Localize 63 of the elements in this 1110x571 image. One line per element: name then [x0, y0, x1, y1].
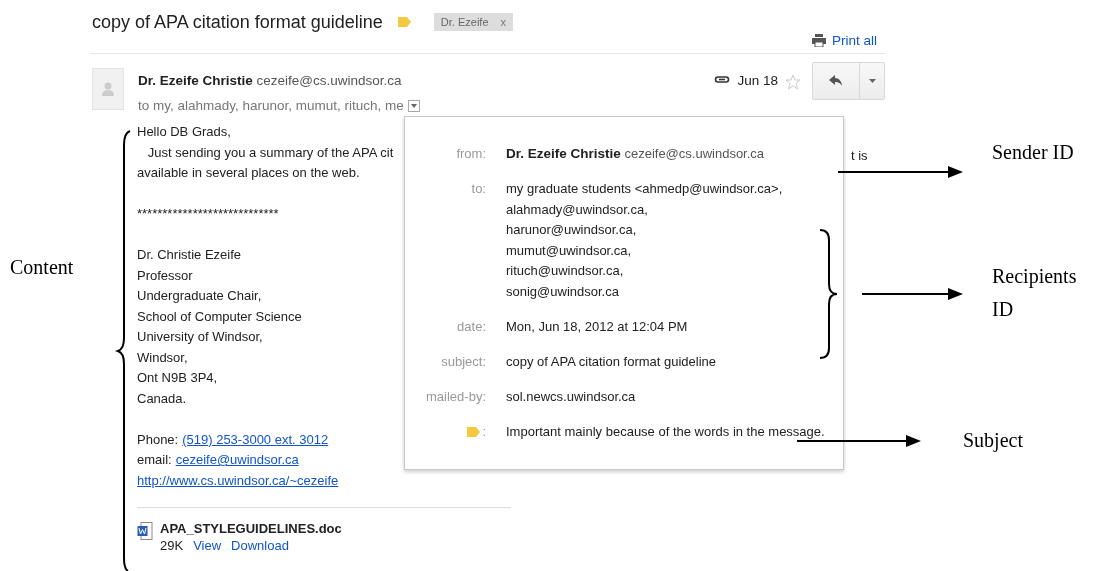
sender-avatar: [92, 68, 124, 110]
chip-remove-button[interactable]: x: [500, 16, 507, 28]
body-text-line: Undergraduate Chair,: [137, 287, 262, 305]
detail-value: sol.newcs.uwindsor.ca: [506, 387, 637, 406]
printer-icon: [812, 34, 826, 47]
recipient-address: alahmady@uwindsor.ca,: [506, 200, 649, 219]
annotation-label: Recipients ID: [992, 264, 1078, 322]
recipient-address: rituch@uwindsor.ca,: [506, 262, 625, 280]
detail-label: :: [482, 422, 486, 441]
contact-link[interactable]: cezeife@uwindsor.ca: [175, 450, 299, 471]
sender-name: Dr. Ezeife Christie: [506, 146, 621, 161]
body-text-line: Hello DB Grads,: [137, 123, 231, 141]
contact-label: email:: [137, 451, 172, 469]
detail-label: mailed-by:: [425, 387, 486, 406]
star-icon[interactable]: [785, 74, 801, 90]
caret-icon: [410, 104, 417, 108]
body-text-line: available in several places on the web.: [137, 164, 360, 182]
body-text-line: ****************************: [137, 205, 279, 223]
recipient-address: mumut@uwindsor.ca,: [506, 241, 633, 260]
detail-label: subject:: [440, 352, 486, 371]
message-date: Jun 18: [737, 73, 778, 88]
body-text-line: Ont N9B 3P4,: [137, 369, 218, 387]
body-text-fragment: t is: [851, 147, 868, 165]
importance-reason: Important mainly because of the words in the message.: [506, 422, 826, 441]
detail-value: copy of APA citation format guideline: [506, 352, 718, 371]
contact-link[interactable]: (519) 253-3000 ext. 3012: [182, 429, 329, 450]
sender-email: cezeife@cs.uwindsor.ca: [256, 73, 402, 88]
body-text-line: Windsor,: [137, 348, 188, 367]
detail-label: date:: [456, 317, 486, 336]
attachment-action-link[interactable]: Download: [231, 536, 289, 554]
attachment-action-link[interactable]: View: [193, 536, 222, 554]
details-dropdown-button[interactable]: [407, 100, 420, 112]
reply-icon: [829, 75, 843, 87]
detail-label: from:: [455, 145, 486, 163]
recipient-address: harunor@uwindsor.ca,: [506, 221, 638, 239]
word-document-icon: [137, 521, 153, 541]
chip-label: Dr. Ezeife: [440, 16, 489, 28]
attachment-size: 29K: [160, 536, 184, 554]
body-text-line: School of Computer Science: [137, 307, 302, 326]
annotation-label: Sender ID: [992, 140, 1075, 165]
body-text-line: Professor: [137, 266, 193, 285]
body-text-line: Dr. Christie Ezeife: [137, 246, 242, 264]
annotation-label: Subject: [963, 428, 1024, 454]
annotation-label: Content: [10, 255, 75, 280]
body-text-line: Canada.: [137, 389, 187, 408]
detail-value: Mon, Jun 18, 2012 at 12:04 PM: [506, 317, 689, 336]
importance-marker-icon: [466, 425, 482, 438]
label-tag-icon[interactable]: [396, 16, 412, 28]
email-subject-title: copy of APA citation format guideline: [92, 11, 383, 33]
attachment-filename: APA_STYLEGUIDELINES.doc: [160, 519, 342, 537]
body-text-line: University of Windsor,: [137, 328, 263, 346]
body-text-line: Just sending you a summary of the APA cit: [146, 143, 394, 162]
paperclip-icon: [714, 74, 731, 84]
contact-link[interactable]: http://www.cs.uwindsor.ca/~cezeife: [137, 470, 339, 491]
recipient-address: sonig@uwindsor.ca: [506, 282, 620, 301]
detail-label: to:: [470, 180, 486, 198]
caret-icon: [868, 79, 876, 83]
recipients-summary: to my, alahmady, harunor, mumut, rituch, me: [138, 98, 404, 114]
recipient-address: my graduate students <ahmedp@uwindsor.ca>,: [506, 180, 784, 198]
contact-label: Phone:: [137, 430, 179, 449]
sender-email: cezeife@cs.uwindsor.ca: [624, 146, 765, 161]
print-all-link[interactable]: Print all: [812, 33, 877, 48]
sender-name: Dr. Ezeife Christie: [138, 73, 253, 88]
